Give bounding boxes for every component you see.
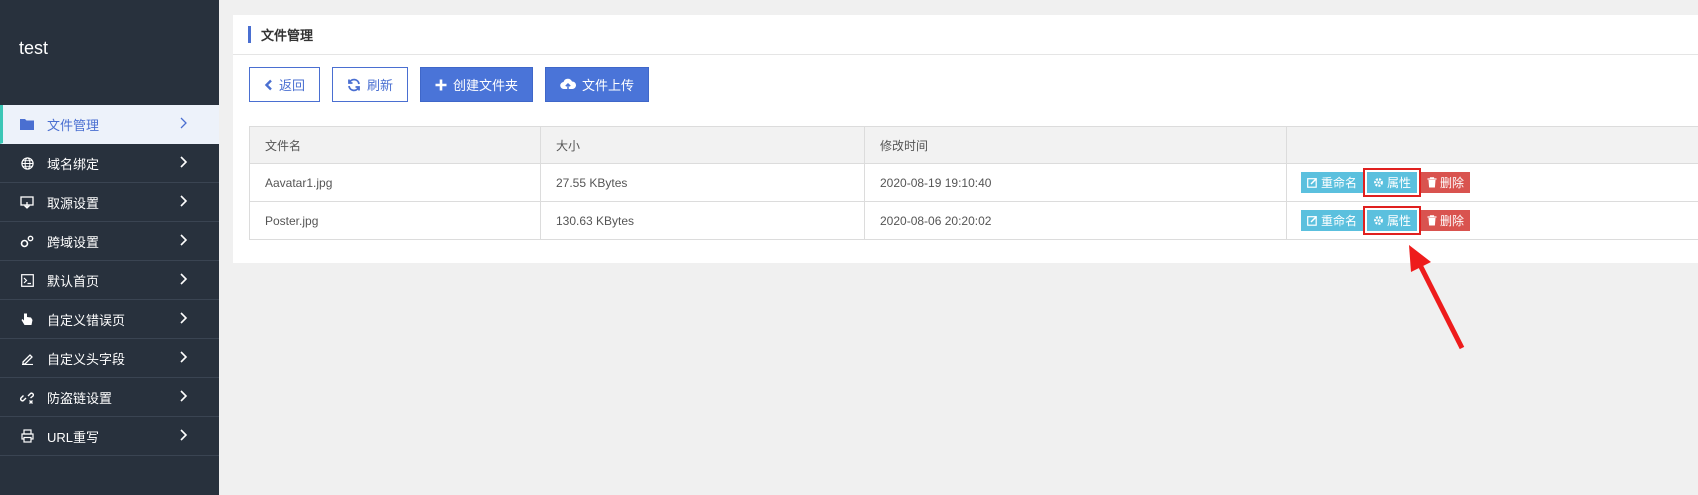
chevron-left-icon [264, 79, 273, 91]
brand-title: test [19, 38, 49, 58]
create-folder-button-label: 创建文件夹 [453, 78, 519, 93]
chevron-right-icon [180, 312, 188, 324]
file-table: 文件名 大小 修改时间 Aavatar1.jpg 27.55 KBytes 20… [249, 126, 1698, 240]
sidebar-item-label: 防盗链设置 [47, 390, 113, 406]
panel-header: 文件管理 [233, 15, 1698, 55]
row-actions: 重命名 属性 删除 [1287, 164, 1698, 201]
sidebar-item-label: 域名绑定 [47, 156, 100, 172]
terminal-icon [20, 273, 34, 287]
upload-file-button-label: 文件上传 [582, 78, 635, 93]
hand-pointer-icon [20, 312, 34, 326]
title-accent-bar [248, 26, 251, 43]
delete-button[interactable]: 删除 [1421, 210, 1471, 231]
sidebar-item-label: 取源设置 [47, 195, 100, 211]
back-button[interactable]: 返回 [249, 67, 321, 102]
chevron-right-icon [180, 234, 188, 246]
rename-button[interactable]: 重命名 [1301, 172, 1364, 193]
cloud-upload-icon [560, 78, 577, 91]
sidebar-item-label: 文件管理 [47, 117, 100, 133]
chevron-right-icon [180, 117, 187, 129]
sidebar-item-hotlink-protection[interactable]: 防盗链设置 [0, 378, 219, 417]
properties-button[interactable]: 属性 [1363, 168, 1422, 197]
chevron-right-icon [180, 156, 188, 168]
plus-icon [435, 79, 447, 91]
table-row: Aavatar1.jpg 27.55 KBytes 2020-08-19 19:… [250, 164, 1698, 202]
delete-button[interactable]: 删除 [1421, 172, 1471, 193]
sidebar-item-domain-binding[interactable]: 域名绑定 [0, 144, 219, 183]
rename-button-label: 重命名 [1321, 176, 1358, 190]
download-window-icon [20, 195, 34, 209]
table-header-row: 文件名 大小 修改时间 [250, 127, 1698, 164]
sidebar-item-custom-error-page[interactable]: 自定义错误页 [0, 300, 219, 339]
edit-icon [1307, 177, 1318, 188]
properties-button-label: 属性 [1387, 176, 1412, 190]
sidebar-item-cors-settings[interactable]: 跨域设置 [0, 222, 219, 261]
file-modified: 2020-08-19 19:10:40 [865, 164, 1287, 201]
gear-icon [1373, 177, 1384, 188]
sidebar-item-label: 自定义头字段 [47, 351, 126, 367]
file-manager-panel: 文件管理 返回 刷新 创建文件夹 文件上传 文件名 大小 修改时间 Aavata… [233, 15, 1698, 263]
gear-icon [1373, 215, 1384, 226]
sidebar-item-url-rewrite[interactable]: URL重写 [0, 417, 219, 456]
refresh-button[interactable]: 刷新 [332, 67, 409, 102]
sidebar-item-label: 跨域设置 [47, 234, 100, 250]
refresh-icon [347, 78, 361, 92]
table-row: Poster.jpg 130.63 KBytes 2020-08-06 20:2… [250, 202, 1698, 240]
globe-icon [20, 156, 34, 170]
sidebar-item-origin-settings[interactable]: 取源设置 [0, 183, 219, 222]
column-header-name: 文件名 [250, 127, 541, 163]
folder-icon [20, 117, 34, 131]
upload-file-button[interactable]: 文件上传 [545, 67, 650, 102]
properties-button[interactable]: 属性 [1363, 206, 1422, 235]
chevron-right-icon [180, 351, 188, 363]
unlink-icon [20, 390, 34, 404]
file-size: 130.63 KBytes [541, 202, 865, 239]
delete-button-label: 删除 [1440, 176, 1465, 190]
red-arrow-annotation [1409, 245, 1465, 350]
column-header-actions [1287, 127, 1698, 163]
sidebar-item-label: URL重写 [47, 429, 100, 445]
row-actions: 重命名 属性 删除 [1287, 202, 1698, 239]
column-header-modified: 修改时间 [865, 127, 1287, 163]
sidebar: test 文件管理 域名绑定 取源设置 跨域设置 默认首页 自定义错误页 自定义… [0, 0, 219, 495]
chevron-right-icon [180, 390, 188, 402]
properties-button-label: 属性 [1387, 214, 1412, 228]
refresh-button-label: 刷新 [367, 78, 394, 93]
sidebar-item-file-management[interactable]: 文件管理 [0, 105, 219, 144]
gears-icon [20, 234, 34, 248]
file-name: Aavatar1.jpg [250, 164, 541, 201]
sidebar-item-label: 默认首页 [47, 273, 100, 289]
sidebar-item-label: 自定义错误页 [47, 312, 126, 328]
rename-button[interactable]: 重命名 [1301, 210, 1364, 231]
chevron-right-icon [180, 429, 188, 441]
edit-icon [1307, 215, 1318, 226]
column-header-size: 大小 [541, 127, 865, 163]
toolbar: 返回 刷新 创建文件夹 文件上传 [249, 67, 661, 102]
trash-icon [1427, 215, 1437, 226]
create-folder-button[interactable]: 创建文件夹 [420, 67, 534, 102]
file-modified: 2020-08-06 20:20:02 [865, 202, 1287, 239]
sidebar-item-default-homepage[interactable]: 默认首页 [0, 261, 219, 300]
pencil-icon [20, 351, 34, 365]
chevron-right-icon [180, 273, 188, 285]
rename-button-label: 重命名 [1321, 214, 1358, 228]
trash-icon [1427, 177, 1437, 188]
file-name: Poster.jpg [250, 202, 541, 239]
page-title: 文件管理 [261, 28, 314, 43]
file-size: 27.55 KBytes [541, 164, 865, 201]
delete-button-label: 删除 [1440, 214, 1465, 228]
chevron-right-icon [180, 195, 188, 207]
sidebar-item-custom-header[interactable]: 自定义头字段 [0, 339, 219, 378]
back-button-label: 返回 [279, 78, 306, 93]
print-icon [20, 429, 34, 443]
